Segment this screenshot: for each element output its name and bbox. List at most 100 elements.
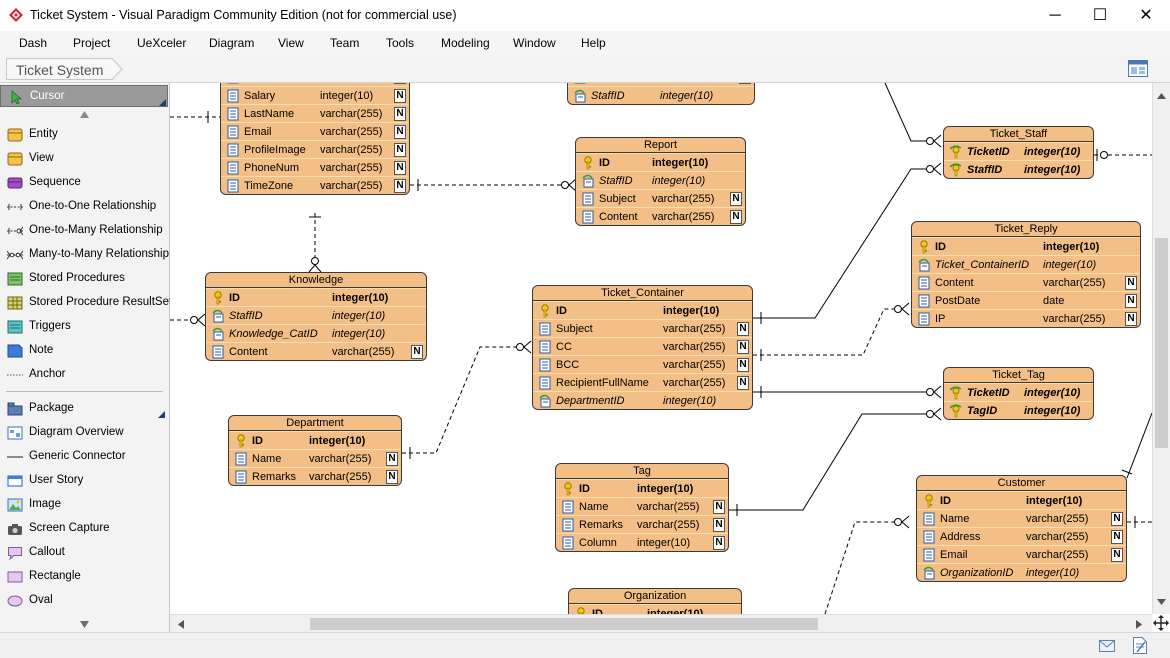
- entity-column[interactable]: StaffID integer(10): [206, 306, 426, 324]
- entity-column[interactable]: Subject varchar(255) N: [576, 189, 745, 207]
- palette-item-view[interactable]: View: [0, 148, 168, 170]
- horizontal-scroll-thumb[interactable]: [310, 618, 818, 630]
- entity-column[interactable]: Email varchar(255) N: [221, 122, 409, 140]
- palette-item-note[interactable]: Note: [0, 340, 168, 362]
- entity-column[interactable]: LastName varchar(255) N: [221, 104, 409, 122]
- entity-importance-partial[interactable]: Importancevarchar(255)NStaffIDinteger(10…: [567, 83, 755, 105]
- palette-item-triggers[interactable]: Triggers: [0, 316, 168, 338]
- entity-column[interactable]: ID integer(10): [206, 288, 426, 306]
- palette-item-sequence[interactable]: Sequence: [0, 172, 168, 194]
- palette-item-cursor[interactable]: Cursor: [0, 85, 168, 107]
- entity-column[interactable]: Content varchar(255) N: [576, 207, 745, 225]
- palette-scroll-up-icon[interactable]: [80, 111, 89, 118]
- scroll-left-icon[interactable]: [178, 620, 184, 629]
- entity-ticket-tag[interactable]: Ticket_Tag TicketID integer(10) TagID intege…: [943, 367, 1094, 420]
- document-edit-icon[interactable]: [1133, 637, 1147, 654]
- horizontal-scrollbar[interactable]: [170, 614, 1152, 632]
- entity-department[interactable]: Department ID integer(10) Name varchar(255) N…: [228, 415, 402, 486]
- entity-column[interactable]: ID integer(10): [576, 153, 745, 171]
- close-button[interactable]: ✕: [1131, 5, 1161, 27]
- entity-column[interactable]: ID integer(10): [912, 237, 1140, 255]
- palette-item-user-story[interactable]: User Story: [0, 470, 168, 492]
- palette-item-stored-procedures[interactable]: Stored Procedures: [0, 268, 168, 290]
- entity-column[interactable]: CC varchar(255) N: [533, 337, 752, 355]
- palette-item-package[interactable]: Package: [0, 398, 168, 420]
- minimize-button[interactable]: ─: [1040, 5, 1070, 27]
- entity-column[interactable]: Knowledge_CatID integer(10): [206, 324, 426, 342]
- entity-column[interactable]: PostDate date N: [912, 291, 1140, 309]
- scroll-down-icon[interactable]: [1157, 599, 1166, 605]
- diagram-overview-icon[interactable]: [1127, 58, 1149, 80]
- menu-modeling[interactable]: Modeling: [441, 36, 490, 50]
- maximize-button[interactable]: ☐: [1085, 5, 1115, 27]
- menu-view[interactable]: View: [278, 36, 304, 50]
- entity-column[interactable]: RecipientFullName varchar(255) N: [533, 373, 752, 391]
- entity-organization[interactable]: Organization ID integer(10): [568, 588, 742, 614]
- entity-knowledge[interactable]: Knowledge ID integer(10) StaffID integer(10)…: [205, 272, 427, 361]
- mail-icon[interactable]: [1099, 640, 1115, 652]
- entity-customer[interactable]: Customer ID integer(10) Name varchar(255) N Ad…: [916, 475, 1127, 582]
- palette-item-anchor[interactable]: Anchor: [0, 364, 168, 386]
- entity-column[interactable]: ID integer(10): [556, 479, 728, 497]
- menu-diagram[interactable]: Diagram: [209, 36, 254, 50]
- breadcrumb[interactable]: Ticket System: [6, 58, 123, 80]
- entity-column[interactable]: Name varchar(255) N: [556, 497, 728, 515]
- menu-window[interactable]: Window: [513, 36, 556, 50]
- palette-item-many-to-many[interactable]: Many-to-Many Relationship: [0, 244, 169, 266]
- menu-dash[interactable]: Dash: [19, 36, 47, 50]
- entity-column[interactable]: StaffID integer(10): [944, 160, 1093, 178]
- menu-uexceler[interactable]: UeXceler: [137, 36, 186, 50]
- entity-column[interactable]: Salary integer(10) N: [221, 86, 409, 104]
- entity-column[interactable]: ID integer(10): [229, 431, 401, 449]
- entity-column[interactable]: Name varchar(255) N: [917, 509, 1126, 527]
- entity-column[interactable]: StaffID integer(10): [576, 171, 745, 189]
- palette-item-entity[interactable]: Entity: [0, 124, 168, 146]
- entity-ticket-staff[interactable]: Ticket_Staff TicketID integer(10) StaffID in…: [943, 126, 1094, 179]
- entity-column[interactable]: BCC varchar(255) N: [533, 355, 752, 373]
- entity-column[interactable]: Remarks varchar(255) N: [556, 515, 728, 533]
- pan-move-icon[interactable]: [1153, 615, 1169, 631]
- entity-column[interactable]: Subject varchar(255) N: [533, 319, 752, 337]
- entity-column[interactable]: PhoneNum varchar(255) N: [221, 158, 409, 176]
- entity-column[interactable]: IP varchar(255) N: [912, 309, 1140, 327]
- vertical-scrollbar[interactable]: [1152, 83, 1170, 614]
- entity-column[interactable]: ProfileImage varchar(255) N: [221, 140, 409, 158]
- menu-tools[interactable]: Tools: [386, 36, 414, 50]
- menu-help[interactable]: Help: [581, 36, 606, 50]
- palette-item-generic-connector[interactable]: Generic Connector: [0, 446, 168, 468]
- entity-ticket-reply[interactable]: Ticket_Reply ID integer(10) Ticket_Containe…: [911, 221, 1141, 328]
- entity-column[interactable]: Address varchar(255) N: [917, 527, 1126, 545]
- entity-staff-partial[interactable]: Addressvarchar(255)NSalaryinteger(10)NLa…: [220, 83, 410, 195]
- palette-item-screen-capture[interactable]: Screen Capture: [0, 518, 168, 540]
- entity-tag[interactable]: Tag ID integer(10) Name varchar(255) N Remarks…: [555, 463, 729, 552]
- palette-item-rectangle[interactable]: Rectangle: [0, 566, 168, 588]
- entity-column[interactable]: Column integer(10) N: [556, 533, 728, 551]
- entity-column[interactable]: StaffID integer(10): [568, 86, 754, 104]
- menu-project[interactable]: Project: [73, 36, 110, 50]
- scroll-right-icon[interactable]: [1136, 620, 1142, 629]
- palette-item-image[interactable]: Image: [0, 494, 168, 516]
- palette-scroll-down-icon[interactable]: [80, 621, 89, 628]
- entity-column[interactable]: Email varchar(255) N: [917, 545, 1126, 563]
- entity-column[interactable]: OrganizationID integer(10): [917, 563, 1126, 581]
- entity-column[interactable]: ID integer(10): [533, 301, 752, 319]
- entity-column[interactable]: TagID integer(10): [944, 401, 1093, 419]
- palette-item-callout[interactable]: Callout: [0, 542, 168, 564]
- palette-item-one-to-one[interactable]: One-to-One Relationship: [0, 196, 168, 218]
- entity-column[interactable]: Name varchar(255) N: [229, 449, 401, 467]
- entity-column[interactable]: TicketID integer(10): [944, 383, 1093, 401]
- entity-column[interactable]: Content varchar(255) N: [912, 273, 1140, 291]
- entity-column[interactable]: ID integer(10): [569, 604, 741, 614]
- entity-column[interactable]: Ticket_ContainerID integer(10): [912, 255, 1140, 273]
- palette-item-oval[interactable]: Oval: [0, 590, 168, 612]
- entity-column[interactable]: ID integer(10): [917, 491, 1126, 509]
- entity-ticket-container[interactable]: Ticket_Container ID integer(10) Subject varc…: [532, 285, 753, 410]
- entity-column[interactable]: TimeZone varchar(255) N: [221, 176, 409, 194]
- entity-report[interactable]: Report ID integer(10) StaffID integer(10) Sub…: [575, 137, 746, 226]
- entity-column[interactable]: DepartmentID integer(10): [533, 391, 752, 409]
- palette-item-diagram-overview[interactable]: Diagram Overview: [0, 422, 168, 444]
- vertical-scroll-thumb[interactable]: [1155, 238, 1168, 448]
- entity-column[interactable]: Remarks varchar(255) N: [229, 467, 401, 485]
- entity-column[interactable]: TicketID integer(10): [944, 142, 1093, 160]
- menu-team[interactable]: Team: [330, 36, 359, 50]
